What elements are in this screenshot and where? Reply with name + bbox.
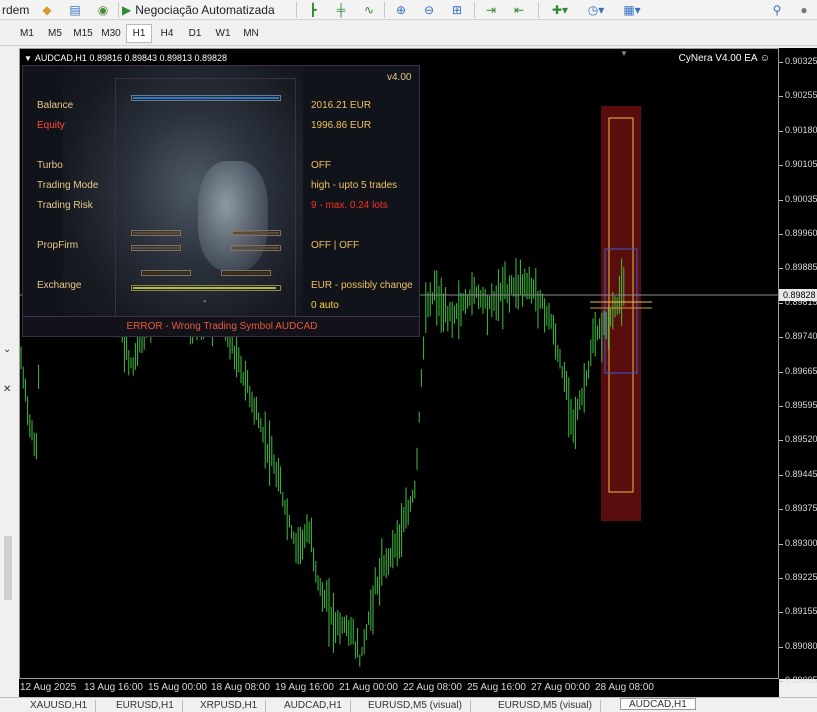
- signal-zone: [601, 106, 641, 521]
- balance-label: Balance: [37, 100, 74, 111]
- chart-tab[interactable]: EURUSD,M5 (visual): [490, 700, 601, 712]
- turbo-value: OFF: [311, 160, 331, 171]
- trading-risk-label: Trading Risk: [37, 200, 93, 211]
- periods-icon[interactable]: ◷▾: [582, 1, 610, 19]
- new-order-button[interactable]: rdem: [0, 1, 34, 19]
- autotrading-label: Negociação Automatizada: [135, 3, 275, 17]
- balance-bar: [131, 95, 281, 101]
- timeframe-bar: M1 M5 M15 M30 H1 H4 D1 W1 MN: [0, 21, 817, 46]
- turbo-label: Turbo: [37, 160, 63, 171]
- chart-tab[interactable]: AUDCAD,H1: [620, 698, 696, 710]
- timeframe-m15[interactable]: M15: [70, 24, 96, 43]
- scrollbar[interactable]: [4, 536, 12, 600]
- timeframe-h1[interactable]: H1: [126, 24, 152, 43]
- price-axis[interactable]: 0.90325 0.90255 0.90180 0.90105 0.90035 0.899…: [779, 48, 817, 685]
- propfirm-bar: [231, 245, 281, 251]
- tile-windows-icon[interactable]: ⊞: [448, 1, 466, 19]
- time-tick: 18 Aug 08:00: [211, 682, 270, 693]
- price-chart[interactable]: ▼ AUDCAD,H1 0.89816 0.89843 0.89813 0.898…: [19, 48, 779, 679]
- history-icon[interactable]: ▤: [66, 1, 84, 19]
- ea-name: CyNera V4.00 EA ☺: [678, 53, 770, 64]
- collapse-icon[interactable]: ⌄: [3, 344, 11, 355]
- error-message: ERROR - Wrong Trading Symbol AUDCAD: [23, 316, 419, 336]
- zoom-in-icon[interactable]: ⊕: [392, 1, 410, 19]
- divider: [115, 78, 295, 79]
- timeframe-m5[interactable]: M5: [42, 24, 68, 43]
- chart-tab[interactable]: XAUUSD,H1: [22, 700, 97, 712]
- autotrading-icon: ▶: [122, 3, 132, 17]
- time-tick: 19 Aug 16:00: [275, 682, 334, 693]
- time-tick: 15 Aug 00:00: [148, 682, 207, 693]
- candle-chart-icon[interactable]: ╪: [332, 1, 350, 19]
- trading-risk-value: 9 - max. 0.24 lots: [311, 200, 388, 211]
- exchange-dash: -: [203, 296, 207, 307]
- trading-mode-label: Trading Mode: [37, 180, 99, 191]
- time-tick: 13 Aug 16:00: [84, 682, 143, 693]
- exchange-value: EUR - possibly change: [311, 280, 413, 291]
- search-icon[interactable]: ⚲: [768, 1, 786, 19]
- left-window-edge: ⌄ ✕: [0, 48, 19, 697]
- version-label: v4.00: [387, 72, 412, 83]
- indicators-icon[interactable]: ✚▾: [546, 1, 574, 19]
- timeframe-m30[interactable]: M30: [98, 24, 124, 43]
- erase-icon[interactable]: ◆: [38, 1, 56, 19]
- time-tick: 22 Aug 08:00: [403, 682, 462, 693]
- time-tick: 27 Aug 00:00: [531, 682, 590, 693]
- exchange-bar: [141, 270, 191, 276]
- balance-value: 2016.21 EUR: [311, 100, 372, 111]
- time-tick: 28 Aug 08:00: [595, 682, 654, 693]
- propfirm-bar: [131, 230, 181, 236]
- chart-tab[interactable]: EURUSD,H1: [108, 700, 183, 712]
- chart-title: ▼ AUDCAD,H1 0.89816 0.89843 0.89813 0.898…: [24, 53, 227, 63]
- notifications-icon[interactable]: ●: [794, 1, 814, 19]
- time-tick: 12 Aug 2025: [20, 682, 77, 693]
- timeframe-d1[interactable]: D1: [182, 24, 208, 43]
- close-icon[interactable]: ✕: [3, 384, 11, 395]
- ea-dashboard: v4.00 Balance 2016.21 EUR Equity 1996.86…: [22, 65, 420, 337]
- autotrading-button[interactable]: ▶ Negociação Automatizada: [122, 1, 292, 19]
- time-axis[interactable]: 12 Aug 2025 13 Aug 16:00 15 Aug 00:00 18 Au…: [19, 679, 779, 697]
- divider: [295, 78, 296, 318]
- propfirm-bar: [231, 230, 281, 236]
- chart-tab[interactable]: EURUSD,M5 (visual): [360, 700, 471, 712]
- timeframe-h4[interactable]: H4: [154, 24, 180, 43]
- chart-tab[interactable]: AUDCAD,H1: [276, 700, 351, 712]
- chart-tabs: XAUUSD,H1 EURUSD,H1 XRPUSD,H1 AUDCAD,H1 EURU…: [0, 697, 817, 712]
- chart-shift-icon[interactable]: ⇤: [510, 1, 528, 19]
- time-tick: 25 Aug 16:00: [467, 682, 526, 693]
- line-chart-icon[interactable]: ∿: [360, 1, 378, 19]
- equity-value: 1996.86 EUR: [311, 120, 372, 131]
- equity-label: Equity: [37, 120, 65, 131]
- auto-value: 0 auto: [311, 300, 339, 311]
- timeframe-w1[interactable]: W1: [210, 24, 236, 43]
- chart-title-text: AUDCAD,H1 0.89816 0.89843 0.89813 0.8982…: [34, 53, 228, 63]
- chart-shift-marker-icon[interactable]: ▼: [620, 49, 628, 58]
- divider: [115, 78, 116, 318]
- timeframe-m1[interactable]: M1: [14, 24, 40, 43]
- zoom-out-icon[interactable]: ⊖: [420, 1, 438, 19]
- chart-tab[interactable]: XRPUSD,H1: [192, 700, 267, 712]
- templates-icon[interactable]: ▦▾: [618, 1, 646, 19]
- chart-menu-icon[interactable]: ▼: [24, 54, 32, 63]
- main-toolbar: rdem ◆ ▤ ◉ ▶ Negociação Automatizada ┣ ╪…: [0, 0, 817, 20]
- current-price-label: 0.89828: [779, 289, 817, 301]
- signal-icon[interactable]: ◉: [94, 1, 112, 19]
- exchange-label: Exchange: [37, 280, 82, 291]
- trading-mode-value: high - upto 5 trades: [311, 180, 398, 191]
- timeframe-mn[interactable]: MN: [238, 24, 264, 43]
- propfirm-value: OFF | OFF: [311, 240, 360, 251]
- ea-portrait-image: [63, 66, 303, 336]
- time-tick: 21 Aug 00:00: [339, 682, 398, 693]
- exchange-progress-bar: [131, 285, 281, 291]
- propfirm-bar: [131, 245, 181, 251]
- exchange-bar: [221, 270, 271, 276]
- bar-chart-icon[interactable]: ┣: [304, 1, 322, 19]
- autoscroll-icon[interactable]: ⇥: [482, 1, 500, 19]
- propfirm-label: PropFirm: [37, 240, 79, 251]
